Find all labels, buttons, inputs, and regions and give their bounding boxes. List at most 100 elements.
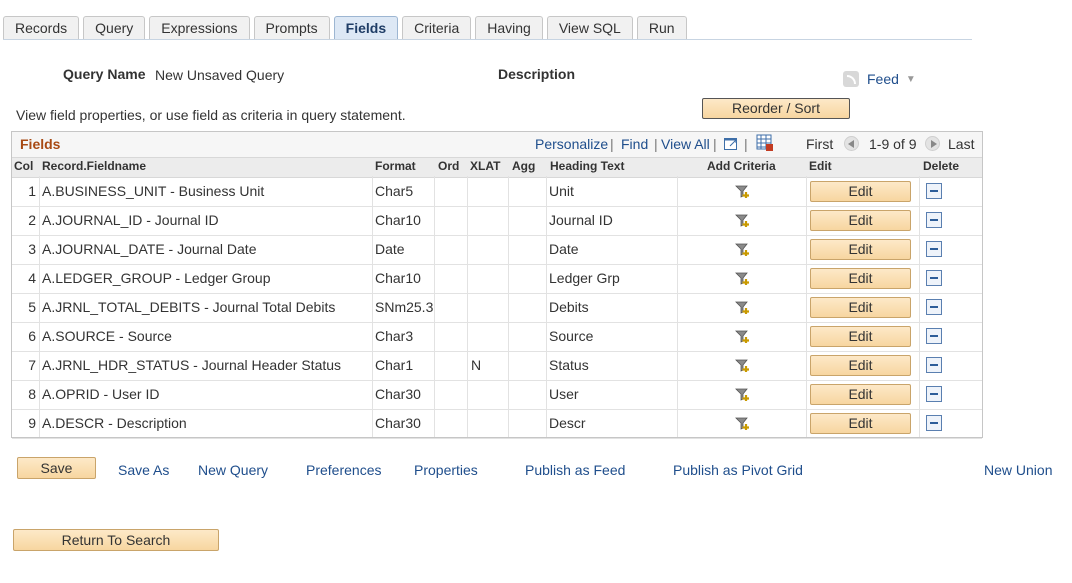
fields-grid: Fields Personalize | Find | View All | |…: [11, 131, 983, 439]
row-format: Char10: [375, 212, 421, 228]
row-col-number: 1: [28, 183, 36, 199]
next-icon[interactable]: [925, 136, 940, 151]
row-fieldname: A.OPRID - User ID: [42, 386, 160, 402]
new-window-icon[interactable]: [723, 135, 739, 151]
delete-row-icon[interactable]: [926, 415, 942, 431]
view-all-link[interactable]: View All: [661, 136, 710, 152]
new-union-link[interactable]: New Union: [984, 462, 1052, 478]
separator: |: [654, 136, 658, 152]
reorder-sort-button[interactable]: Reorder / Sort: [702, 98, 850, 119]
find-link[interactable]: Find: [621, 136, 648, 152]
col-header-delete: Delete: [923, 159, 960, 173]
table-row: 8 A.OPRID - User ID Char30 User Edit: [12, 380, 982, 410]
row-col-number: 2: [28, 212, 36, 228]
edit-button[interactable]: Edit: [810, 297, 911, 318]
delete-row-icon[interactable]: [926, 212, 942, 228]
save-as-link[interactable]: Save As: [118, 462, 169, 478]
row-format: Date: [375, 241, 405, 257]
tab-run[interactable]: Run: [636, 16, 687, 39]
row-fieldname: A.BUSINESS_UNIT - Business Unit: [42, 183, 265, 199]
edit-button[interactable]: Edit: [810, 210, 911, 231]
col-header-ord: Ord: [438, 159, 460, 173]
tab-bar: Records Query Expressions Prompts Fields…: [3, 16, 691, 39]
edit-button[interactable]: Edit: [810, 326, 911, 347]
table-row: 4 A.LEDGER_GROUP - Ledger Group Char10 Ledg…: [12, 264, 982, 294]
row-col-number: 4: [28, 270, 36, 286]
separator: |: [610, 136, 614, 152]
tab-view-sql[interactable]: View SQL: [546, 16, 633, 39]
col-header-xlat: XLAT: [470, 159, 501, 173]
delete-row-icon[interactable]: [926, 328, 942, 344]
row-heading-text: User: [549, 386, 579, 402]
row-heading-text: Unit: [549, 183, 574, 199]
add-criteria-icon[interactable]: [735, 271, 749, 285]
row-format: Char3: [375, 328, 414, 344]
row-fieldname: A.DESCR - Description: [42, 415, 187, 431]
edit-button[interactable]: Edit: [810, 181, 911, 202]
edit-button[interactable]: Edit: [810, 384, 911, 405]
query-name-label: Query Name: [63, 66, 146, 82]
row-heading-text: Debits: [549, 299, 589, 315]
first-label[interactable]: First: [806, 136, 833, 152]
row-fieldname: A.SOURCE - Source: [42, 328, 172, 344]
previous-icon[interactable]: [844, 136, 859, 151]
row-fieldname: A.LEDGER_GROUP - Ledger Group: [42, 270, 271, 286]
return-to-search-button[interactable]: Return To Search: [13, 529, 219, 551]
save-button[interactable]: Save: [17, 457, 96, 479]
row-col-number: 7: [28, 357, 36, 373]
last-label[interactable]: Last: [948, 136, 974, 152]
add-criteria-icon[interactable]: [735, 242, 749, 256]
tab-prompts[interactable]: Prompts: [253, 16, 330, 39]
delete-row-icon[interactable]: [926, 270, 942, 286]
feed-label[interactable]: Feed: [867, 71, 899, 87]
row-heading-text: Source: [549, 328, 594, 344]
chevron-down-icon[interactable]: ▼: [906, 74, 916, 85]
tab-having[interactable]: Having: [475, 16, 543, 39]
edit-button[interactable]: Edit: [810, 268, 911, 289]
preferences-link[interactable]: Preferences: [306, 462, 381, 478]
add-criteria-icon[interactable]: [735, 387, 749, 401]
row-heading-text: Date: [549, 241, 579, 257]
add-criteria-icon[interactable]: [735, 329, 749, 343]
row-fieldname: A.JRNL_TOTAL_DEBITS - Journal Total Debi…: [42, 299, 336, 315]
add-criteria-icon[interactable]: [735, 300, 749, 314]
tab-criteria[interactable]: Criteria: [402, 16, 472, 39]
table-row: 5 A.JRNL_TOTAL_DEBITS - Journal Total Deb…: [12, 293, 982, 323]
delete-row-icon[interactable]: [926, 241, 942, 257]
tab-records[interactable]: Records: [3, 16, 80, 39]
edit-button[interactable]: Edit: [810, 355, 911, 376]
row-heading-text: Descr: [549, 415, 586, 431]
tab-fields[interactable]: Fields: [333, 16, 399, 39]
new-query-link[interactable]: New Query: [198, 462, 268, 478]
tab-query[interactable]: Query: [83, 16, 146, 39]
row-col-number: 8: [28, 386, 36, 402]
row-col-number: 5: [28, 299, 36, 315]
description-label: Description: [498, 66, 576, 82]
download-spreadsheet-icon[interactable]: [756, 134, 774, 152]
add-criteria-icon[interactable]: [735, 213, 749, 227]
properties-link[interactable]: Properties: [414, 462, 478, 478]
delete-row-icon[interactable]: [926, 357, 942, 373]
delete-row-icon[interactable]: [926, 299, 942, 315]
col-header-heading-text: Heading Text: [550, 159, 625, 173]
separator: |: [744, 136, 748, 152]
personalize-link[interactable]: Personalize: [535, 136, 608, 152]
col-header-col: Col: [14, 159, 34, 173]
add-criteria-icon[interactable]: [735, 184, 749, 198]
rss-icon: [843, 71, 859, 87]
tab-expressions[interactable]: Expressions: [149, 16, 250, 39]
col-header-agg: Agg: [512, 159, 536, 173]
col-header-add-criteria: Add Criteria: [707, 159, 776, 173]
publish-as-feed-link[interactable]: Publish as Feed: [525, 462, 625, 478]
feed-menu[interactable]: Feed ▼: [843, 71, 916, 87]
delete-row-icon[interactable]: [926, 386, 942, 402]
row-format: Char30: [375, 386, 421, 402]
col-header-format: Format: [375, 159, 416, 173]
edit-button[interactable]: Edit: [810, 413, 911, 434]
publish-as-pivot-grid-link[interactable]: Publish as Pivot Grid: [673, 462, 803, 478]
edit-button[interactable]: Edit: [810, 239, 911, 260]
separator: |: [713, 136, 717, 152]
add-criteria-icon[interactable]: [735, 416, 749, 430]
add-criteria-icon[interactable]: [735, 358, 749, 372]
delete-row-icon[interactable]: [926, 183, 942, 199]
